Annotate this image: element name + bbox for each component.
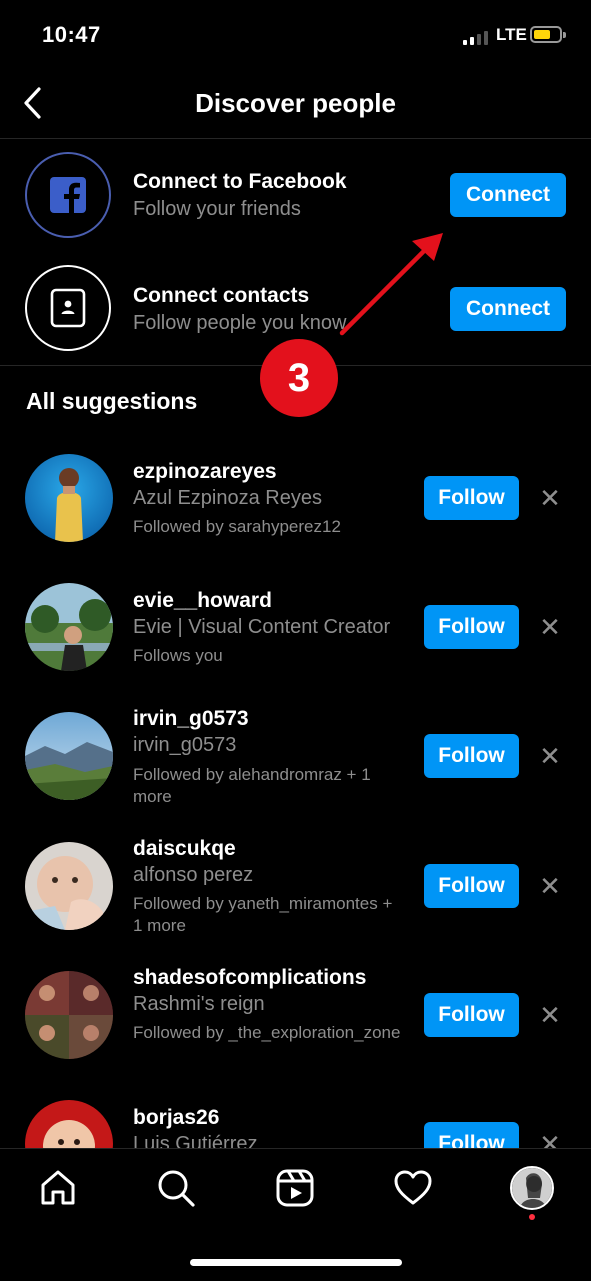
follow-button[interactable]: Follow (424, 605, 519, 649)
tab-search[interactable] (156, 1168, 196, 1208)
suggestion-context: Followed by yaneth_miramontes + 1 more (133, 894, 393, 935)
dismiss-icon[interactable]: ✕ (535, 1000, 565, 1030)
avatar[interactable] (25, 712, 113, 800)
connect-contacts-title: Connect contacts (133, 284, 310, 307)
suggestion-username[interactable]: shadesofcomplications (133, 966, 366, 990)
suggestion-username[interactable]: borjas26 (133, 1106, 219, 1130)
dismiss-icon[interactable]: ✕ (535, 871, 565, 901)
suggestion-username[interactable]: evie__howard (133, 589, 272, 613)
dismiss-icon[interactable]: ✕ (535, 483, 565, 513)
signal-icon (463, 30, 488, 45)
avatar[interactable] (25, 583, 113, 671)
contacts-icon-circle (25, 265, 111, 351)
network-label: LTE (496, 25, 527, 44)
connect-contacts-button[interactable]: Connect (450, 287, 566, 331)
suggestion-context: Followed by sarahyperez12 (133, 517, 341, 536)
status-time: 10:47 (42, 22, 101, 47)
suggestion-full-name: Evie | Visual Content Creator (133, 616, 391, 638)
page-title: Discover people (195, 88, 396, 118)
reels-icon (276, 1169, 314, 1207)
avatar[interactable] (25, 842, 113, 930)
annotation-arrow (339, 233, 443, 336)
follow-button[interactable]: Follow (424, 734, 519, 778)
connect-facebook-button[interactable]: Connect (450, 173, 566, 217)
suggestion-context: Follows you (133, 646, 223, 665)
suggestion-username[interactable]: daiscukqe (133, 837, 236, 861)
notification-dot (529, 1214, 535, 1220)
activity-heart-icon (394, 1170, 432, 1205)
tab-home[interactable] (38, 1168, 78, 1208)
follow-button[interactable]: Follow (424, 993, 519, 1037)
profile-avatar (512, 1168, 552, 1208)
avatar[interactable] (25, 454, 113, 542)
follow-button[interactable]: Follow (424, 476, 519, 520)
suggestion-context: Followed by _the_exploration_zone (133, 1023, 401, 1042)
suggestion-username[interactable]: ezpinozareyes (133, 460, 277, 484)
suggestion-username[interactable]: irvin_g0573 (133, 707, 249, 731)
battery-icon (530, 26, 566, 43)
connect-facebook-subtitle: Follow your friends (133, 198, 301, 220)
search-icon (158, 1170, 195, 1207)
dismiss-icon[interactable]: ✕ (535, 612, 565, 642)
dismiss-icon[interactable]: ✕ (535, 741, 565, 771)
avatar[interactable] (25, 971, 113, 1059)
tab-profile[interactable] (510, 1166, 554, 1210)
home-icon (41, 1170, 75, 1205)
header-divider (0, 138, 591, 139)
suggestion-full-name: alfonso perez (133, 864, 254, 886)
facebook-icon-circle (25, 152, 111, 238)
tab-reels[interactable] (275, 1168, 315, 1208)
contacts-icon (50, 288, 86, 328)
suggestion-full-name: irvin_g0573 (133, 734, 237, 756)
follow-button[interactable]: Follow (424, 864, 519, 908)
home-indicator (190, 1259, 402, 1266)
suggestion-full-name: Azul Ezpinoza Reyes (133, 487, 322, 509)
suggestion-context: Followed by alehandromraz + 1 more (133, 765, 371, 806)
connect-contacts-subtitle: Follow people you know (133, 312, 347, 334)
suggestion-full-name: Rashmi's reign (133, 993, 265, 1015)
connect-facebook-title: Connect to Facebook (133, 170, 347, 193)
tab-activity[interactable] (393, 1168, 433, 1208)
facebook-icon (50, 177, 86, 213)
section-title-suggestions: All suggestions (26, 388, 198, 414)
step-badge: 3 (260, 339, 338, 417)
